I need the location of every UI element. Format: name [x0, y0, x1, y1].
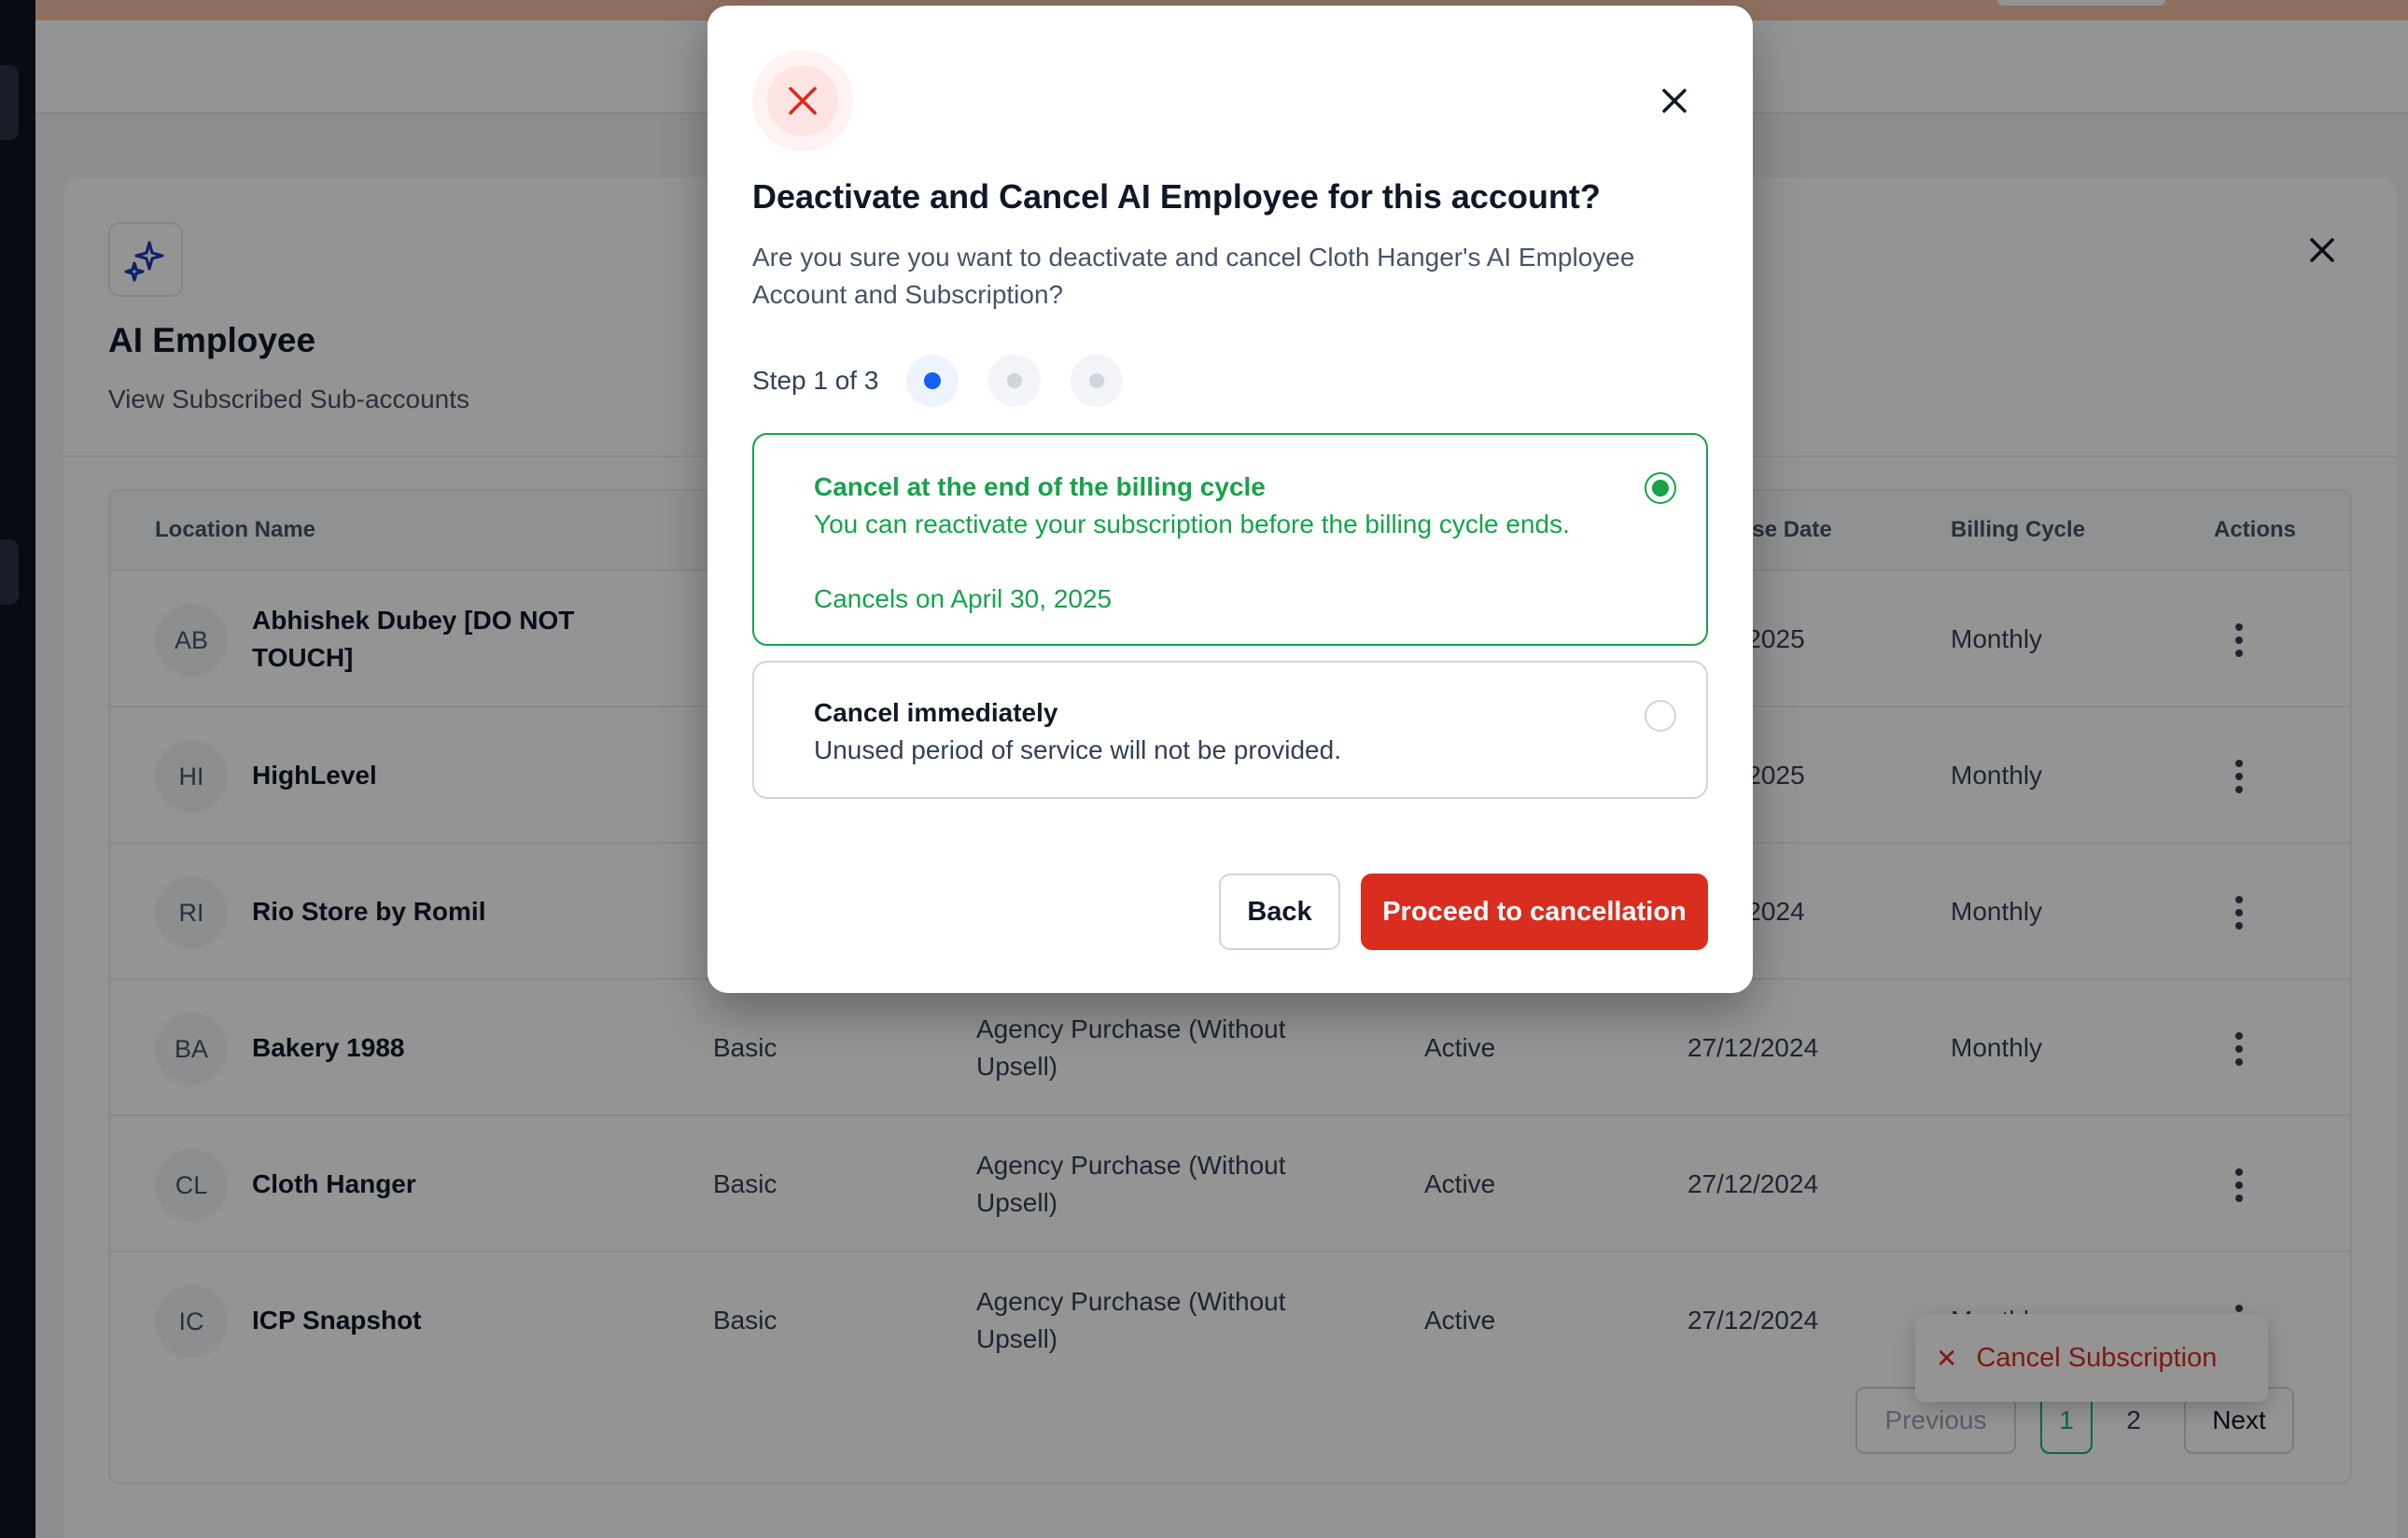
option-cancel-end-of-cycle[interactable]: Cancel at the end of the billing cycle Y…: [752, 433, 1708, 646]
step-dot-2: [988, 355, 1042, 407]
option-title: Cancel at the end of the billing cycle: [814, 472, 1266, 501]
proceed-to-cancellation-button[interactable]: Proceed to cancellation: [1361, 874, 1708, 950]
step-dot-1: [906, 355, 959, 407]
step-label: Step 1 of 3: [752, 366, 879, 395]
modal-description: Are you sure you want to deactivate and …: [752, 243, 1635, 309]
step-indicator: Step 1 of 3: [752, 353, 1153, 409]
radio-unselected[interactable]: [1645, 700, 1676, 732]
option-cancel-immediately[interactable]: Cancel immediately Unused period of serv…: [752, 661, 1708, 799]
radio-selected[interactable]: [1645, 472, 1676, 504]
option-body: Unused period of service will not be pro…: [814, 735, 1341, 764]
option-cancel-date: Cancels on April 30, 2025: [814, 584, 1113, 613]
modal-close-icon[interactable]: [1656, 82, 1693, 119]
modal-title: Deactivate and Cancel AI Employee for th…: [752, 177, 1601, 216]
option-body: You can reactivate your subscription bef…: [814, 510, 1570, 538]
cancel-subscription-modal: Deactivate and Cancel AI Employee for th…: [707, 6, 1753, 993]
modal-icon-ring: [752, 50, 853, 151]
option-title: Cancel immediately: [814, 698, 1058, 727]
step-dot-3: [1071, 355, 1124, 407]
x-circle-icon: [767, 65, 838, 136]
back-button[interactable]: Back: [1219, 874, 1340, 950]
